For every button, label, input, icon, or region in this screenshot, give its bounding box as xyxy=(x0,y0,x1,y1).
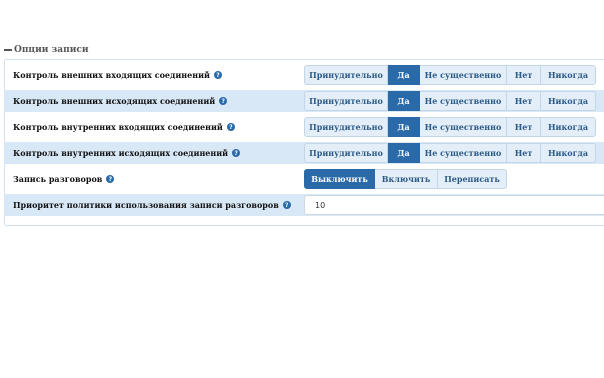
external-incoming-toggle: Принудительно Да Не существенно Нет Нико… xyxy=(304,65,596,85)
section-header[interactable]: Опции записи xyxy=(4,44,89,56)
row-internal-outgoing: Контроль внутренних исходящих соединений… xyxy=(4,142,604,164)
row-recording-priority: Приоритет политики использования записи … xyxy=(4,194,604,216)
external-outgoing-toggle: Принудительно Да Не существенно Нет Нико… xyxy=(304,91,596,111)
option-never-button[interactable]: Никогда xyxy=(541,91,596,111)
row-external-incoming: Контроль внешних входящих соединений ? П… xyxy=(4,64,604,86)
row-call-recording: Запись разговоров ? Выключить Включить П… xyxy=(4,168,604,190)
row-label: Приоритет политики использования записи … xyxy=(13,194,291,216)
option-no-button[interactable]: Нет xyxy=(507,143,541,163)
option-force-button[interactable]: Принудительно xyxy=(304,117,388,137)
row-external-outgoing: Контроль внешних исходящих соединений ? … xyxy=(4,90,604,112)
option-force-button[interactable]: Принудительно xyxy=(304,65,388,85)
row-label-text: Приоритет политики использования записи … xyxy=(13,200,279,210)
row-label-text: Контроль внешних исходящих соединений xyxy=(13,96,216,106)
help-icon[interactable]: ? xyxy=(282,201,291,209)
option-dontcare-button[interactable]: Не существенно xyxy=(420,117,507,137)
internal-outgoing-toggle: Принудительно Да Не существенно Нет Нико… xyxy=(304,143,596,163)
option-overwrite-button[interactable]: Переписать xyxy=(438,169,507,189)
row-label-text: Контроль внутренних исходящих соединений xyxy=(13,148,229,158)
option-no-button[interactable]: Нет xyxy=(507,65,541,85)
row-label-text: Контроль внутренних входящих соединений xyxy=(13,122,223,132)
row-label-text: Контроль внешних входящих соединений xyxy=(13,70,210,80)
option-dontcare-button[interactable]: Не существенно xyxy=(420,91,507,111)
row-label: Контроль внешних исходящих соединений ? xyxy=(13,90,228,112)
option-no-button[interactable]: Нет xyxy=(507,91,541,111)
internal-incoming-toggle: Принудительно Да Не существенно Нет Нико… xyxy=(304,117,596,137)
row-label: Контроль внутренних входящих соединений … xyxy=(13,116,235,138)
help-icon[interactable]: ? xyxy=(213,71,222,79)
option-never-button[interactable]: Никогда xyxy=(541,65,596,85)
option-yes-button[interactable]: Да xyxy=(388,91,420,111)
priority-input[interactable]: 10 xyxy=(304,195,604,215)
option-enable-button[interactable]: Включить xyxy=(375,169,438,189)
option-never-button[interactable]: Никогда xyxy=(541,117,596,137)
help-icon[interactable]: ? xyxy=(226,123,235,131)
option-dontcare-button[interactable]: Не существенно xyxy=(420,143,507,163)
option-yes-button[interactable]: Да xyxy=(388,117,420,137)
help-icon[interactable]: ? xyxy=(219,97,228,105)
row-label-text: Запись разговоров xyxy=(13,174,103,184)
call-recording-toggle: Выключить Включить Переписать xyxy=(304,169,507,189)
option-no-button[interactable]: Нет xyxy=(507,117,541,137)
option-force-button[interactable]: Принудительно xyxy=(304,143,388,163)
help-icon[interactable]: ? xyxy=(232,149,241,157)
section-title: Опции записи xyxy=(14,45,89,55)
option-yes-button[interactable]: Да xyxy=(388,65,420,85)
collapse-minus-icon[interactable] xyxy=(4,49,12,51)
row-label: Контроль внешних входящих соединений ? xyxy=(13,64,222,86)
option-dontcare-button[interactable]: Не существенно xyxy=(420,65,507,85)
help-icon[interactable]: ? xyxy=(106,175,115,183)
option-disable-button[interactable]: Выключить xyxy=(304,169,375,189)
row-label: Запись разговоров ? xyxy=(13,168,115,190)
option-never-button[interactable]: Никогда xyxy=(541,143,596,163)
option-yes-button[interactable]: Да xyxy=(388,143,420,163)
row-label: Контроль внутренних исходящих соединений… xyxy=(13,142,241,164)
option-force-button[interactable]: Принудительно xyxy=(304,91,388,111)
row-internal-incoming: Контроль внутренних входящих соединений … xyxy=(4,116,604,138)
